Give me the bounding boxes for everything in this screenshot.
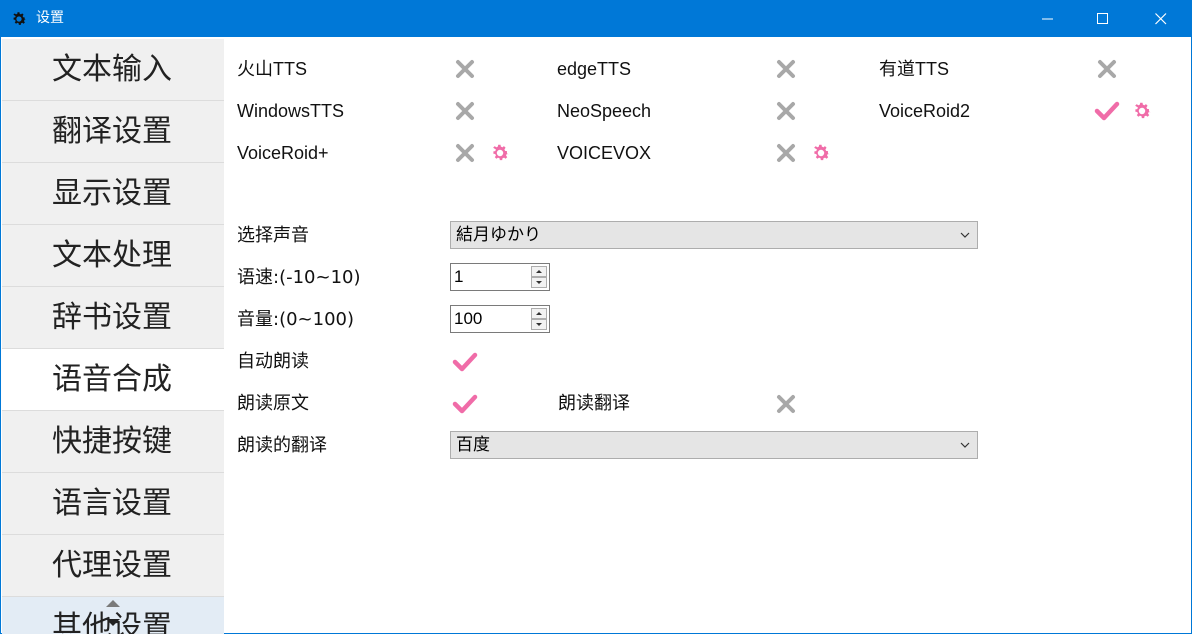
scroll-down-icon[interactable] <box>106 619 120 626</box>
sidebar-item-translation[interactable]: 翻译设置 <box>2 101 224 163</box>
engine-label-voicevox: VOICEVOX <box>557 143 652 163</box>
speed-value: 1 <box>454 267 464 286</box>
engine-label-youdao-tts: 有道TTS <box>879 59 949 79</box>
speed-decrement-button[interactable] <box>531 277 547 288</box>
engine-label-edge-tts: edgeTTS <box>557 59 632 79</box>
check-icon[interactable] <box>452 351 478 373</box>
check-icon[interactable] <box>1094 100 1120 122</box>
engine-label-voiceroid-plus: VoiceRoid+ <box>237 143 329 163</box>
chevron-down-icon <box>960 442 970 448</box>
maximize-icon <box>1097 12 1108 24</box>
speed-label: 语速:(-10~10) <box>237 267 361 288</box>
volume-spinbox[interactable]: 100 <box>450 305 550 333</box>
sidebar: 文本输入 翻译设置 显示设置 文本处理 辞书设置 语音合成 快捷按键 语言设置 … <box>2 39 224 634</box>
gear-icon[interactable] <box>1131 100 1153 122</box>
sidebar-item-text-input[interactable]: 文本输入 <box>2 39 224 101</box>
cross-icon[interactable] <box>454 142 476 164</box>
cross-icon[interactable] <box>775 58 797 80</box>
chevron-down-icon <box>960 232 970 238</box>
chevron-up-icon <box>536 270 542 273</box>
volume-decrement-button[interactable] <box>531 319 547 330</box>
sidebar-item-speech-synthesis[interactable]: 语音合成 <box>2 349 224 411</box>
sidebar-item-hotkeys[interactable]: 快捷按键 <box>2 411 224 473</box>
speed-spinbox[interactable]: 1 <box>450 263 550 291</box>
cross-icon[interactable] <box>454 100 476 122</box>
engine-label-windows-tts: WindowsTTS <box>237 101 345 121</box>
volume-label: 音量:(0~100) <box>237 309 354 330</box>
close-icon <box>1155 12 1167 24</box>
cross-icon[interactable] <box>775 100 797 122</box>
sidebar-item-language[interactable]: 语言设置 <box>2 473 224 535</box>
speed-increment-button[interactable] <box>531 266 547 277</box>
chevron-down-icon <box>536 281 542 284</box>
cross-icon[interactable] <box>454 58 476 80</box>
minimize-button[interactable] <box>1025 0 1071 37</box>
cross-icon[interactable] <box>1096 58 1118 80</box>
speech-settings-panel <box>224 39 1190 633</box>
gear-icon <box>13 12 27 25</box>
scroll-up-icon[interactable] <box>106 600 120 607</box>
check-icon[interactable] <box>452 393 478 415</box>
chevron-up-icon <box>536 312 542 315</box>
window-title: 设置 <box>36 10 64 26</box>
volume-value: 100 <box>454 309 483 328</box>
sidebar-item-dictionary[interactable]: 辞书设置 <box>2 287 224 349</box>
voice-select[interactable]: 結月ゆかり <box>450 221 978 249</box>
voice-label: 选择声音 <box>237 225 309 246</box>
volume-increment-button[interactable] <box>531 308 547 319</box>
chevron-down-icon <box>536 323 542 326</box>
read-translation-label: 朗读翻译 <box>558 393 630 414</box>
close-button[interactable] <box>1138 0 1184 37</box>
cross-icon[interactable] <box>775 142 797 164</box>
auto-read-label: 自动朗读 <box>237 351 309 372</box>
maximize-button[interactable] <box>1080 0 1126 37</box>
minimize-icon <box>1042 18 1053 19</box>
sidebar-item-text-processing[interactable]: 文本处理 <box>2 225 224 287</box>
translation-source-value: 百度 <box>456 435 490 455</box>
voice-select-value: 結月ゆかり <box>456 225 541 245</box>
gear-icon[interactable] <box>810 142 832 164</box>
gear-icon[interactable] <box>489 142 511 164</box>
translation-source-select[interactable]: 百度 <box>450 431 978 459</box>
engine-label-volcano-tts: 火山TTS <box>237 59 307 79</box>
sidebar-item-display[interactable]: 显示设置 <box>2 163 224 225</box>
engine-label-neospeech: NeoSpeech <box>557 101 652 121</box>
translation-source-label: 朗读的翻译 <box>237 435 327 456</box>
title-bar: 设置 <box>0 0 1192 37</box>
sidebar-item-proxy[interactable]: 代理设置 <box>2 535 224 597</box>
cross-icon[interactable] <box>775 393 797 415</box>
read-original-label: 朗读原文 <box>237 393 309 414</box>
engine-label-voiceroid2: VoiceRoid2 <box>879 101 971 121</box>
